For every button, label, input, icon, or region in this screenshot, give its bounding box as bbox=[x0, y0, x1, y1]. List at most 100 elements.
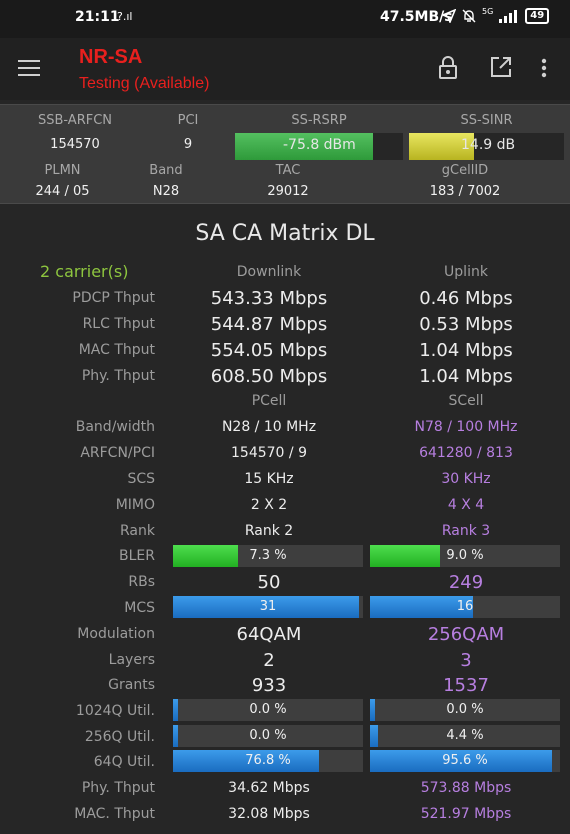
carrier-count: 2 carrier(s) bbox=[40, 262, 129, 281]
scell-util-256q-bar: 4.4 % bbox=[370, 725, 560, 747]
pcell-layers: 2 bbox=[263, 650, 275, 671]
pcell-util-1024q-value: 0.0 % bbox=[249, 702, 287, 717]
cell-signal-icon bbox=[499, 10, 518, 23]
uplink-header: Uplink bbox=[444, 264, 488, 280]
app-bar: NR-SA Testing (Available) bbox=[0, 38, 570, 100]
more-vert-icon[interactable] bbox=[540, 58, 548, 78]
modulation-label: Modulation bbox=[77, 626, 155, 642]
lock-icon[interactable] bbox=[437, 56, 459, 80]
pcell-rank: Rank 2 bbox=[244, 523, 294, 539]
status-bar: 21:11 ?.ıl 47.5MB/s 5G 49 bbox=[0, 0, 570, 38]
pcell-util-256q-bar: 0.0 % bbox=[173, 725, 363, 747]
pdcp-thput-ul: 0.46 Mbps bbox=[419, 288, 513, 309]
pcell-modulation: 64QAM bbox=[236, 624, 302, 645]
layers-label: Layers bbox=[108, 652, 155, 668]
tac-value: 29012 bbox=[267, 184, 309, 199]
pcell-bler-bar: 7.3 % bbox=[173, 545, 363, 567]
util-1024q-label: 1024Q Util. bbox=[75, 703, 155, 719]
bell-off-icon bbox=[462, 9, 476, 23]
matrix-title: SA CA Matrix DL bbox=[195, 221, 375, 246]
downlink-header: Downlink bbox=[236, 264, 302, 280]
location-icon bbox=[442, 9, 456, 23]
scell-mac-thput: 521.97 Mbps bbox=[420, 806, 512, 822]
scell-util-64q-value: 95.6 % bbox=[442, 753, 488, 768]
cell-phy-thput-label: Phy. Thput bbox=[81, 780, 155, 796]
pci-label: PCI bbox=[177, 113, 199, 128]
pcell-util-64q-bar: 76.8 % bbox=[173, 750, 363, 772]
scell-mcs-bar: 16 bbox=[370, 596, 560, 618]
pcell-bler-value: 7.3 % bbox=[249, 548, 287, 563]
pcell-util-64q-value: 76.8 % bbox=[245, 753, 291, 768]
rlc-thput-label: RLC Thput bbox=[82, 316, 155, 332]
pcell-header: PCell bbox=[251, 393, 287, 409]
grants-label: Grants bbox=[108, 677, 155, 693]
status-signal-small: ?.ıl bbox=[117, 10, 133, 23]
pdcp-thput-dl: 543.33 Mbps bbox=[210, 288, 328, 309]
open-external-icon[interactable] bbox=[490, 56, 512, 78]
app-subtitle: Testing (Available) bbox=[79, 75, 210, 92]
scell-util-64q-bar: 95.6 % bbox=[370, 750, 560, 772]
scell-bler-bar: 9.0 % bbox=[370, 545, 560, 567]
pcell-mcs-bar: 31 bbox=[173, 596, 363, 618]
gcellid-label: gCellID bbox=[441, 163, 489, 178]
scell-scs: 30 KHz bbox=[441, 471, 491, 487]
phy-thput-dl: 608.50 Mbps bbox=[210, 366, 328, 387]
signal-5g-icon: 5G bbox=[482, 6, 494, 16]
ssb-arfcn-value: 154570 bbox=[50, 137, 100, 152]
mac-thput-label: MAC Thput bbox=[78, 342, 155, 358]
scell-bler-value: 9.0 % bbox=[446, 548, 484, 563]
pcell-rbs: 50 bbox=[257, 572, 281, 593]
pcell-mimo: 2 X 2 bbox=[250, 497, 288, 513]
scs-label: SCS bbox=[127, 471, 155, 487]
cell-info-panel: SSB-ARFCN 154570 PCI 9 SS-RSRP -75.8 dBm… bbox=[0, 104, 570, 204]
ssb-arfcn-label: SSB-ARFCN bbox=[37, 113, 113, 128]
tac-label: TAC bbox=[275, 163, 301, 178]
pcell-bandwidth: N28 / 10 MHz bbox=[221, 419, 317, 435]
util-256q-label: 256Q Util. bbox=[84, 729, 155, 745]
bandwidth-label: Band/width bbox=[75, 419, 155, 435]
rsrp-value: -75.8 dBm bbox=[283, 137, 356, 153]
mcs-label: MCS bbox=[124, 600, 155, 616]
scell-header: SCell bbox=[448, 393, 484, 409]
scell-rbs: 249 bbox=[448, 572, 484, 593]
scell-arfcn-pci: 641280 / 813 bbox=[419, 445, 513, 461]
pcell-mac-thput: 32.08 Mbps bbox=[228, 806, 310, 822]
status-icons: 5G 49 bbox=[442, 6, 550, 24]
scell-bandwidth: N78 / 100 MHz bbox=[414, 419, 518, 435]
rsrp-bar: -75.8 dBm bbox=[235, 133, 403, 160]
rlc-thput-ul: 0.53 Mbps bbox=[419, 314, 513, 335]
rbs-label: RBs bbox=[128, 574, 155, 590]
app-title: NR-SA bbox=[79, 46, 143, 68]
bler-label: BLER bbox=[119, 548, 155, 564]
plmn-label: PLMN bbox=[44, 163, 81, 178]
scell-mcs-value: 16 bbox=[456, 599, 474, 614]
phy-thput-label: Phy. Thput bbox=[81, 368, 155, 384]
pcell-mcs-value: 31 bbox=[259, 599, 277, 614]
scell-phy-thput: 573.88 Mbps bbox=[420, 780, 512, 796]
sinr-label: SS-SINR bbox=[460, 113, 513, 128]
sinr-value: 14.9 dB bbox=[461, 137, 516, 153]
mac-thput-dl: 554.05 Mbps bbox=[210, 340, 328, 361]
menu-icon[interactable] bbox=[18, 60, 40, 78]
sinr-bar: 14.9 dB bbox=[409, 133, 564, 160]
scell-rank: Rank 3 bbox=[441, 523, 491, 539]
arfcn-pci-label: ARFCN/PCI bbox=[80, 445, 155, 461]
plmn-value: 244 / 05 bbox=[35, 184, 90, 199]
pcell-util-1024q-bar: 0.0 % bbox=[173, 699, 363, 721]
scell-util-1024q-value: 0.0 % bbox=[446, 702, 484, 717]
pcell-arfcn-pci: 154570 / 9 bbox=[231, 445, 307, 461]
util-64q-label: 64Q Util. bbox=[93, 754, 155, 770]
band-label: Band bbox=[149, 163, 183, 178]
scell-mimo: 4 X 4 bbox=[447, 497, 485, 513]
pcell-scs: 15 KHz bbox=[244, 471, 294, 487]
scell-modulation: 256QAM bbox=[427, 624, 505, 645]
rsrp-label: SS-RSRP bbox=[291, 113, 347, 128]
band-value: N28 bbox=[152, 184, 180, 199]
status-time: 21:11 bbox=[75, 9, 120, 25]
scell-util-256q-value: 4.4 % bbox=[446, 728, 484, 743]
mimo-label: MIMO bbox=[115, 497, 155, 513]
phy-thput-ul: 1.04 Mbps bbox=[419, 366, 513, 387]
pcell-util-256q-value: 0.0 % bbox=[249, 728, 287, 743]
scell-layers: 3 bbox=[460, 650, 472, 671]
pcell-grants: 933 bbox=[251, 675, 287, 696]
